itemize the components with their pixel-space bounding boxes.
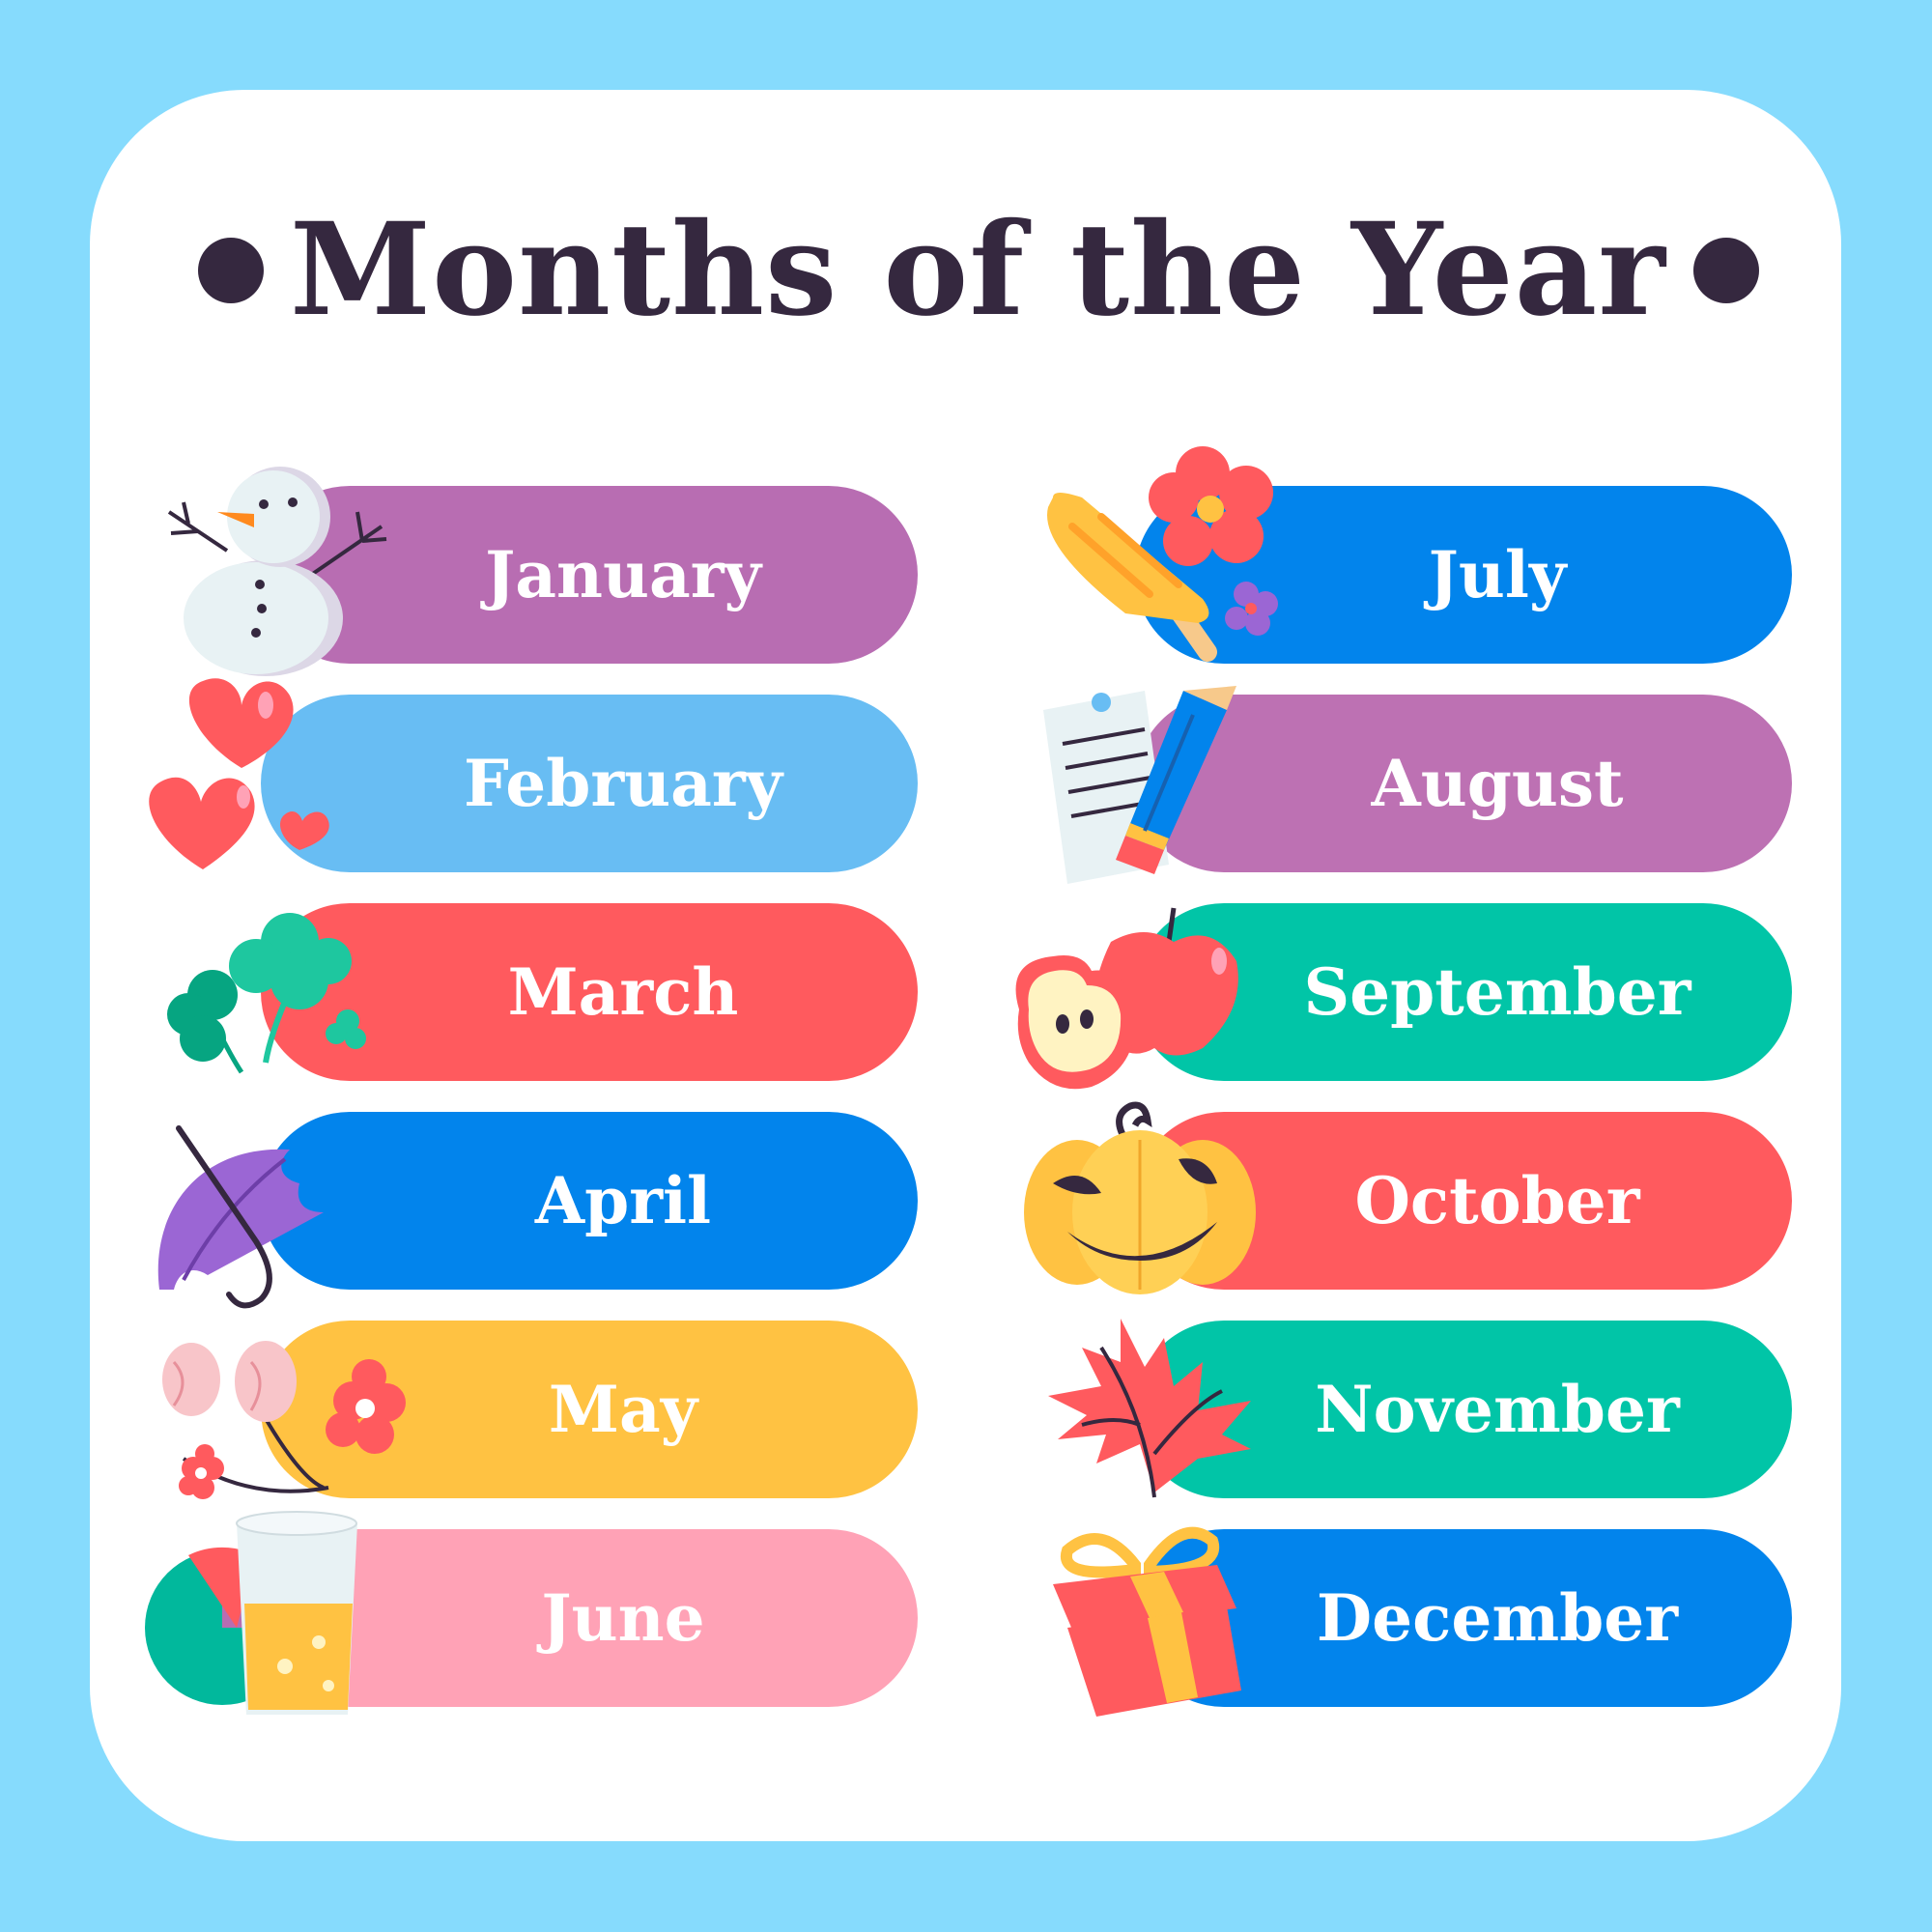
month-label: October [1354,1163,1640,1238]
month-label: November [1315,1372,1680,1447]
month-label: July [1428,537,1567,612]
clover-icon [145,903,377,1074]
month-label: April [534,1163,712,1238]
snowman-icon [159,464,391,676]
flowers-icon [155,1333,411,1517]
umbrella-icon [150,1121,362,1314]
pencil-and-note-icon [1038,676,1251,889]
pumpkin-icon [1024,1087,1256,1304]
month-label: March [507,954,739,1030]
month-label: August [1371,746,1624,821]
title-row: Months of the Year [0,0,1932,386]
autumn-leaf-icon [1029,1309,1261,1502]
month-label: December [1316,1580,1679,1656]
month-label: January [485,537,761,612]
month-label: May [548,1372,698,1447]
month-pill-june: June [261,1529,918,1707]
hearts-icon [135,671,348,874]
month-label: June [541,1580,705,1656]
month-label: February [463,746,783,821]
month-pill-february: February [261,695,918,872]
bullet-dot-left [198,238,264,303]
apple-icon [995,903,1246,1096]
page-title: Months of the Year [290,195,1666,345]
popsicle-icon [1034,440,1290,667]
month-label: September [1303,954,1691,1030]
bullet-dot-right [1693,238,1759,303]
juice-and-ball-icon [145,1511,357,1724]
gift-icon [1043,1512,1251,1724]
